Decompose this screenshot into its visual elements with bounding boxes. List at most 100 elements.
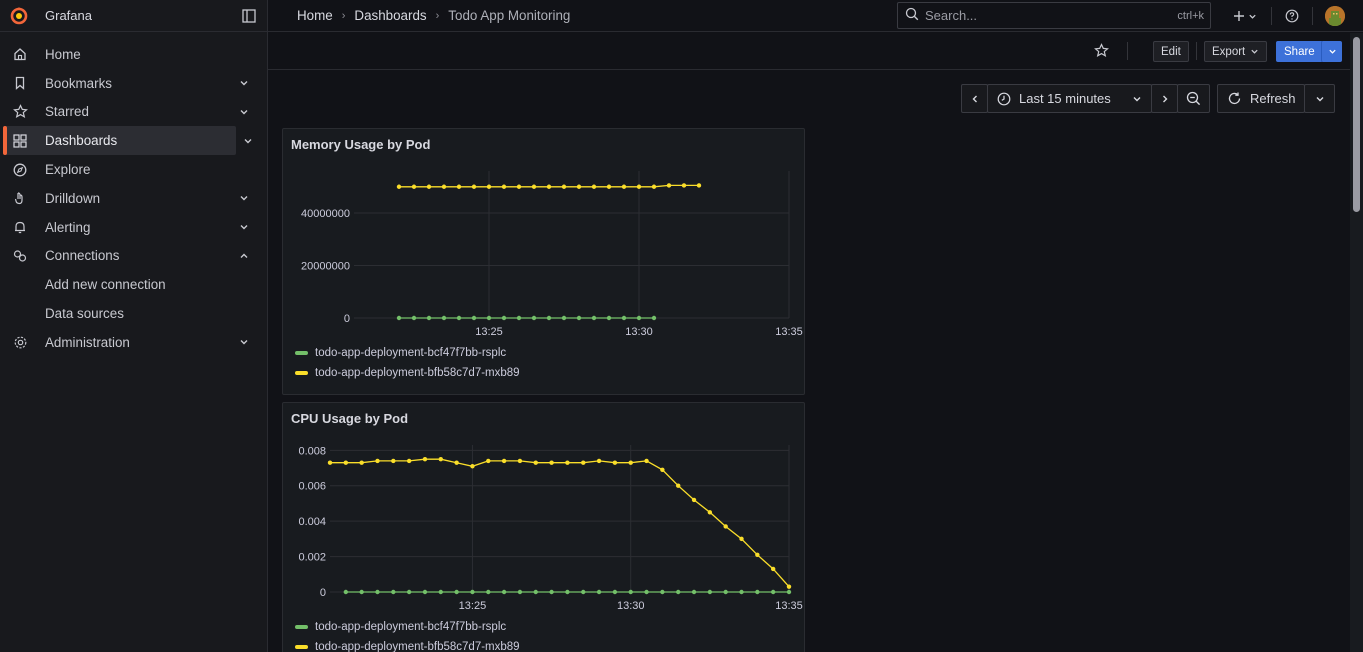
data-point xyxy=(516,184,522,189)
sidebar-item-administration[interactable]: Administration xyxy=(0,328,260,357)
dock-menu-icon[interactable] xyxy=(241,8,257,24)
data-point xyxy=(644,458,649,464)
data-point xyxy=(628,460,633,465)
data-point xyxy=(612,589,618,595)
data-point xyxy=(576,184,582,189)
data-point xyxy=(676,483,681,488)
breadcrumb-separator-icon: › xyxy=(341,9,346,22)
sidebar-item-explore[interactable]: Explore xyxy=(0,155,260,184)
sidebar-subitem-data-sources[interactable]: Data sources xyxy=(0,299,267,328)
help-icon[interactable] xyxy=(1285,9,1299,23)
data-point xyxy=(707,510,713,515)
divider xyxy=(1196,42,1197,60)
legend-item[interactable]: todo-app-deployment-bcf47f7bb-rsplc xyxy=(295,621,506,633)
y-tick-label: 20000000 xyxy=(301,261,350,273)
legend-item[interactable]: todo-app-deployment-bcf47f7bb-rsplc xyxy=(295,347,506,359)
sidebar-item-drilldown[interactable]: Drilldown xyxy=(0,184,260,213)
x-tick-label: 13:30 xyxy=(625,326,653,338)
data-point xyxy=(375,589,380,595)
sidebar-item-starred[interactable]: Starred xyxy=(0,98,260,127)
data-point xyxy=(375,458,380,464)
cpu-usage-chart[interactable]: 0 0.002 0.004 0.006 0.008 13:25 13:30 13:35 xyxy=(283,433,804,623)
y-tick-label: 40000000 xyxy=(301,208,350,220)
top-bar-actions xyxy=(1226,0,1345,32)
chevron-up-icon[interactable] xyxy=(238,250,250,262)
zoom-out-button[interactable] xyxy=(1177,84,1210,113)
y-tick-label: 0.008 xyxy=(298,445,326,457)
data-point xyxy=(581,460,586,465)
sidebar-item-label: Home xyxy=(45,46,81,62)
data-point xyxy=(486,315,492,321)
data-point xyxy=(606,315,612,321)
sidebar-item-label: Dashboards xyxy=(45,133,118,149)
cog-icon xyxy=(12,334,28,350)
legend-item[interactable]: todo-app-deployment-bfb58c7d7-mxb89 xyxy=(295,367,520,379)
grafana-logo-icon[interactable] xyxy=(9,6,29,26)
time-range-label: Last 15 minutes xyxy=(1019,91,1111,106)
chevron-down-icon[interactable] xyxy=(242,135,254,147)
memory-usage-panel[interactable]: Memory Usage by Pod 0 20000000 40000000 13:… xyxy=(282,128,805,395)
data-point xyxy=(426,315,432,321)
export-button[interactable]: Export xyxy=(1204,41,1268,62)
data-point xyxy=(739,589,744,595)
star-dashboard-icon[interactable] xyxy=(1094,43,1109,58)
time-shift-forward-button[interactable] xyxy=(1151,84,1178,113)
data-point xyxy=(591,184,597,189)
user-avatar[interactable] xyxy=(1325,6,1345,26)
sidebar-item-dashboards[interactable]: Dashboards xyxy=(3,126,252,156)
sidebar-subitem-add-new-connection[interactable]: Add new connection xyxy=(0,270,267,299)
sidebar-item-label: Bookmarks xyxy=(45,75,112,91)
breadcrumb-home[interactable]: Home xyxy=(297,8,333,23)
share-dropdown-button[interactable] xyxy=(1321,41,1342,62)
data-point xyxy=(546,184,552,189)
data-point xyxy=(471,315,477,321)
new-plus-icon[interactable] xyxy=(1233,10,1257,22)
search-input[interactable]: Search... ctrl+k xyxy=(897,2,1211,29)
x-tick-label: 13:30 xyxy=(617,600,645,612)
time-shift-back-button[interactable] xyxy=(961,84,988,113)
refresh-interval-picker[interactable] xyxy=(1304,84,1335,113)
memory-usage-chart[interactable]: 0 20000000 40000000 13:25 13:30 13:35 xyxy=(283,159,804,369)
chevron-left-icon xyxy=(972,95,977,102)
edit-button[interactable]: Edit xyxy=(1153,41,1189,62)
share-button[interactable]: Share xyxy=(1276,41,1323,62)
data-point xyxy=(621,184,627,189)
chevron-down-icon[interactable] xyxy=(238,336,250,348)
sidebar-item-connections[interactable]: Connections xyxy=(0,242,260,271)
sidebar-item-home[interactable]: Home xyxy=(0,40,260,69)
data-point xyxy=(770,589,776,595)
sidebar-item-bookmarks[interactable]: Bookmarks xyxy=(0,69,260,98)
breadcrumb-dashboards[interactable]: Dashboards xyxy=(354,8,426,23)
x-tick-label: 13:25 xyxy=(475,326,503,338)
compass-icon xyxy=(12,162,28,178)
page-scrollbar[interactable] xyxy=(1350,33,1363,652)
star-icon xyxy=(12,104,28,120)
time-range-picker[interactable]: Last 15 minutes xyxy=(987,84,1152,113)
data-point xyxy=(396,315,402,321)
clock-icon xyxy=(997,92,1011,105)
chevron-down-icon xyxy=(1328,49,1336,54)
data-point xyxy=(636,184,642,189)
top-bar: Home › Dashboards › Todo App Monitoring … xyxy=(268,0,1363,32)
chevron-down-icon[interactable] xyxy=(238,77,250,89)
cpu-usage-panel[interactable]: CPU Usage by Pod 0 0.002 0.004 0.006 0.008 13… xyxy=(282,402,805,652)
sidebar-item-label: Explore xyxy=(45,162,91,178)
data-point xyxy=(411,184,417,189)
data-point xyxy=(565,460,570,465)
y-tick-label: 0.004 xyxy=(298,516,326,528)
chevron-down-icon[interactable] xyxy=(238,192,250,204)
divider xyxy=(1312,7,1313,25)
scrollbar-thumb[interactable] xyxy=(1353,37,1360,212)
data-point xyxy=(470,589,475,595)
chevron-down-icon[interactable] xyxy=(238,106,250,118)
y-tick-label: 0 xyxy=(344,313,350,325)
sidebar-item-alerting[interactable]: Alerting xyxy=(0,213,260,242)
data-point xyxy=(343,589,349,595)
legend-swatch xyxy=(295,351,308,355)
data-point xyxy=(456,315,462,321)
refresh-button[interactable]: Refresh xyxy=(1217,84,1305,113)
legend-item[interactable]: todo-app-deployment-bfb58c7d7-mxb89 xyxy=(295,641,520,652)
chevron-down-icon[interactable] xyxy=(238,221,250,233)
sidebar-item-label: Starred xyxy=(45,104,89,120)
link-icon xyxy=(12,248,28,264)
